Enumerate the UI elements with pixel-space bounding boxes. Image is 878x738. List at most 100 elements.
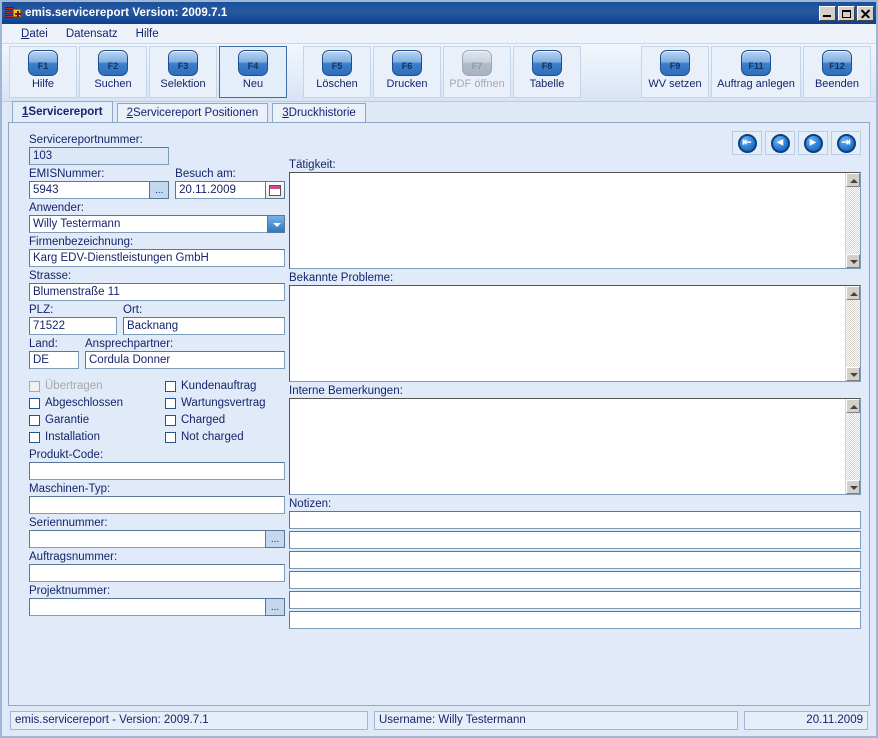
checkbox-box[interactable]: [165, 414, 176, 426]
label-servicereportnummer: Servicereportnummer:: [29, 134, 143, 146]
input-projektnummer[interactable]: [29, 598, 265, 616]
scroll-down-icon[interactable]: [846, 367, 860, 381]
seriennummer-browse-button[interactable]: ...: [265, 530, 285, 548]
calendar-icon[interactable]: [265, 181, 285, 199]
application-window: emis.servicereport Version: 2009.7.1 Dat…: [0, 0, 878, 738]
checkbox-box[interactable]: [165, 380, 176, 392]
checkbox-installation[interactable]: Installation: [29, 431, 165, 443]
nav-glyph: ⇥: [841, 136, 851, 149]
next-record-button[interactable]: ►: [798, 131, 828, 155]
form-right-column: ⇤ ◄ ► ⇥ Tätigkeit: Bekannte Probleme: In…: [289, 131, 861, 631]
input-emisnummer[interactable]: [29, 181, 150, 199]
textarea-bekannte-probleme[interactable]: [290, 286, 845, 381]
label-besuch-am: Besuch am:: [175, 168, 236, 180]
toolbar-button-label: Beenden: [814, 78, 860, 90]
emisnummer-browse-button[interactable]: ...: [149, 181, 170, 199]
toolbar-button-hilfe[interactable]: F1 Hilfe: [9, 46, 77, 98]
tab-servicereport-positionen[interactable]: 2 Servicereport Positionen: [116, 103, 269, 122]
checkbox-garantie[interactable]: Garantie: [29, 414, 165, 426]
input-ansprechpartner[interactable]: [85, 351, 285, 369]
menu-item-datensatz[interactable]: Datensatz: [57, 26, 127, 42]
input-notiz-2[interactable]: [289, 531, 861, 549]
toolbar-button-label: Hilfe: [31, 78, 54, 90]
input-plz[interactable]: [29, 317, 117, 335]
input-notiz-6[interactable]: [289, 611, 861, 629]
previous-record-button[interactable]: ◄: [765, 131, 795, 155]
scroll-down-icon[interactable]: [846, 254, 860, 268]
close-button[interactable]: [857, 5, 874, 21]
first-record-icon: ⇤: [737, 133, 757, 153]
toolbar-button-tabelle[interactable]: F8 Tabelle: [513, 46, 581, 98]
maximize-button[interactable]: [838, 5, 855, 21]
toolbar-button-auftrag-anlegen[interactable]: F11 Auftrag anlegen: [711, 46, 801, 98]
menu-item-hilfe[interactable]: Hilfe: [127, 26, 168, 42]
checkbox-abgeschlossen[interactable]: Abgeschlossen: [29, 397, 165, 409]
checkbox-box[interactable]: [165, 431, 176, 443]
checkbox-box[interactable]: [165, 397, 176, 409]
tab-servicereport[interactable]: 1 Servicereport: [12, 101, 113, 122]
input-firmenbezeichnung[interactable]: [29, 249, 285, 267]
input-anwender[interactable]: [29, 215, 267, 233]
field-taetigkeit: [289, 172, 861, 269]
record-navigation: ⇤ ◄ ► ⇥: [289, 131, 861, 155]
checkbox-kundenauftrag[interactable]: Kundenauftrag: [165, 380, 285, 392]
toolbar-button-selektion[interactable]: F3 Selektion: [149, 46, 217, 98]
first-record-button[interactable]: ⇤: [732, 131, 762, 155]
input-auftragsnummer[interactable]: [29, 564, 285, 582]
input-besuch-am[interactable]: [175, 181, 265, 199]
chevron-down-icon[interactable]: [267, 215, 285, 233]
checkbox-not-charged[interactable]: Not charged: [165, 431, 285, 443]
scrollbar-taetigkeit[interactable]: [845, 173, 860, 268]
row-plz-ort: PLZ: Ort:: [29, 301, 285, 335]
toolbar-button-drucken[interactable]: F6 Drucken: [373, 46, 441, 98]
input-ort[interactable]: [123, 317, 285, 335]
textarea-interne-bemerkungen[interactable]: [290, 399, 845, 494]
scrollbar-bekannte-probleme[interactable]: [845, 286, 860, 381]
last-record-button[interactable]: ⇥: [831, 131, 861, 155]
fkey-badge: F9: [660, 50, 690, 76]
label-ansprechpartner: Ansprechpartner:: [85, 338, 174, 350]
toolbar-button-label: Suchen: [94, 78, 132, 90]
label-anwender: Anwender:: [29, 202, 84, 214]
input-seriennummer[interactable]: [29, 530, 265, 548]
scroll-down-icon[interactable]: [846, 480, 860, 494]
input-servicereportnummer[interactable]: [29, 147, 169, 165]
input-land[interactable]: [29, 351, 79, 369]
scroll-up-icon[interactable]: [846, 173, 860, 187]
checkbox-label: Installation: [45, 431, 100, 443]
checkbox-wartungsvertrag[interactable]: Wartungsvertrag: [165, 397, 285, 409]
label-projektnummer: Projektnummer:: [29, 585, 111, 597]
toolbar-button-wv-setzen[interactable]: F9 WV setzen: [641, 46, 709, 98]
scroll-up-icon[interactable]: [846, 286, 860, 300]
toolbar-button-label: WV setzen: [648, 78, 702, 90]
tab-druckhistorie[interactable]: 3 Druckhistorie: [272, 103, 366, 122]
menu-item-datei[interactable]: Datei: [12, 26, 57, 42]
input-produkt-code[interactable]: [29, 462, 285, 480]
input-notiz-3[interactable]: [289, 551, 861, 569]
toolbar-group-1: F1 Hilfe F2 Suchen F3 Selektion F4 Neu: [8, 46, 288, 98]
input-notiz-4[interactable]: [289, 571, 861, 589]
input-notiz-5[interactable]: [289, 591, 861, 609]
checkbox-box[interactable]: [29, 414, 40, 426]
toolbar-button-loeschen[interactable]: F5 Löschen: [303, 46, 371, 98]
label-emisnummer: EMISNummer:: [29, 168, 105, 180]
checkbox-box[interactable]: [29, 431, 40, 443]
toolbar-button-neu[interactable]: F4 Neu: [219, 46, 287, 98]
scrollbar-interne-bemerkungen[interactable]: [845, 399, 860, 494]
input-notiz-1[interactable]: [289, 511, 861, 529]
toolbar-button-pdf-oeffnen: F7 PDF öffnen: [443, 46, 511, 98]
toolbar-button-suchen[interactable]: F2 Suchen: [79, 46, 147, 98]
input-strasse[interactable]: [29, 283, 285, 301]
toolbar-button-beenden[interactable]: F12 Beenden: [803, 46, 871, 98]
scroll-up-icon[interactable]: [846, 399, 860, 413]
projektnummer-browse-button[interactable]: ...: [265, 598, 285, 616]
row-emisnummer-besuch: EMISNummer: ... Besuch am:: [29, 165, 285, 199]
input-maschinen-typ[interactable]: [29, 496, 285, 514]
minimize-button[interactable]: [819, 5, 836, 21]
toolbar-button-label: Auftrag anlegen: [717, 78, 795, 90]
checkbox-charged[interactable]: Charged: [165, 414, 285, 426]
textarea-taetigkeit[interactable]: [290, 173, 845, 268]
checkbox-box[interactable]: [29, 397, 40, 409]
field-projektnummer: ...: [29, 598, 285, 616]
field-besuch-am: [175, 181, 285, 199]
